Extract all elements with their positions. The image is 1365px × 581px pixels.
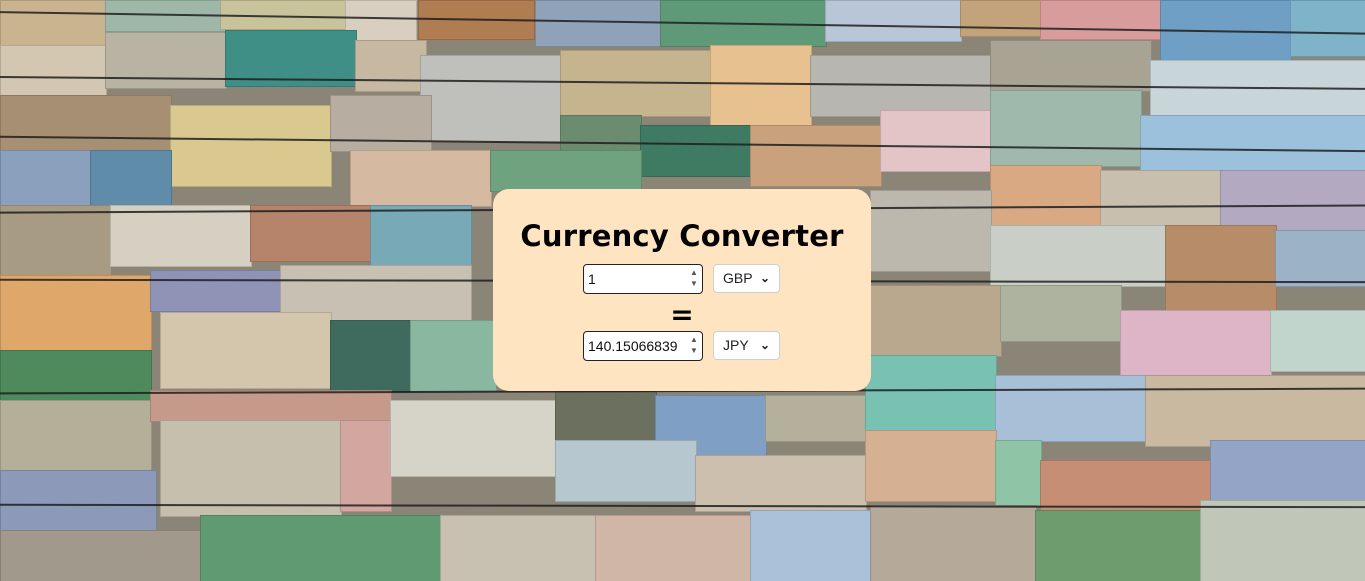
from-amount-value: 1 xyxy=(588,271,596,287)
banknote xyxy=(110,205,252,267)
banknote xyxy=(595,515,752,581)
banknote xyxy=(1220,170,1365,232)
banknote xyxy=(1275,230,1365,287)
to-currency-value: JPY xyxy=(723,337,749,353)
banknote xyxy=(990,165,1102,227)
banknote xyxy=(0,400,152,472)
banknote xyxy=(1145,375,1365,447)
banknote xyxy=(880,110,992,172)
converter-card: Currency Converter 1 ▲ ▼ GBP ⌄ = 140.1506… xyxy=(493,189,871,391)
banknote xyxy=(1290,0,1365,57)
banknote xyxy=(995,440,1042,507)
banknote xyxy=(390,400,557,477)
banknote xyxy=(1165,225,1277,312)
banknote xyxy=(410,320,497,392)
banknote xyxy=(750,125,882,187)
banknote xyxy=(440,515,597,581)
equals-sign: = xyxy=(670,298,694,331)
number-spinner-icon[interactable]: ▲ ▼ xyxy=(688,334,700,358)
banknote xyxy=(1040,460,1212,512)
banknote xyxy=(1140,115,1365,172)
banknote xyxy=(1040,0,1162,40)
banknote xyxy=(350,150,492,207)
banknote xyxy=(1210,440,1365,502)
banknote xyxy=(1035,510,1202,581)
from-amount-input[interactable]: 1 ▲ ▼ xyxy=(583,264,703,294)
banknote xyxy=(1120,310,1272,377)
banknote xyxy=(1200,500,1365,581)
banknote xyxy=(355,40,427,92)
to-amount-input[interactable]: 140.15066839 ▲ ▼ xyxy=(583,331,703,361)
from-currency-select[interactable]: GBP ⌄ xyxy=(713,264,780,293)
to-currency-select[interactable]: JPY ⌄ xyxy=(713,331,780,360)
banknote xyxy=(0,275,152,352)
banknote xyxy=(0,470,157,532)
banknote xyxy=(1100,170,1222,227)
banknote xyxy=(555,390,657,442)
banknote xyxy=(870,285,1002,357)
banknote xyxy=(200,515,442,581)
banknote xyxy=(370,205,472,267)
banknote xyxy=(0,45,107,97)
banknote xyxy=(0,0,112,47)
banknote xyxy=(640,125,752,177)
banknote xyxy=(535,0,662,47)
banknote xyxy=(825,0,962,42)
banknote xyxy=(555,440,697,502)
page-title: Currency Converter xyxy=(520,219,844,253)
banknote xyxy=(0,530,202,581)
banknote xyxy=(765,395,867,442)
banknote xyxy=(865,355,997,432)
banknote xyxy=(960,0,1047,37)
banknote xyxy=(695,455,867,512)
banknote xyxy=(990,90,1142,167)
banknote xyxy=(870,190,992,272)
banknote xyxy=(1270,310,1365,372)
banknote xyxy=(990,225,1167,287)
banknote xyxy=(105,32,227,89)
banknote xyxy=(150,270,282,312)
to-amount-value: 140.15066839 xyxy=(588,338,678,354)
number-spinner-icon[interactable]: ▲ ▼ xyxy=(688,267,700,291)
banknote xyxy=(250,205,372,262)
banknote xyxy=(90,150,172,207)
banknote xyxy=(0,150,92,207)
banknote xyxy=(160,420,342,517)
banknote xyxy=(750,510,872,581)
banknote xyxy=(420,55,562,142)
banknote xyxy=(870,505,1037,581)
banknote xyxy=(340,420,392,512)
banknote xyxy=(0,95,172,152)
banknote xyxy=(1000,285,1122,342)
banknote xyxy=(160,312,332,389)
banknote xyxy=(170,105,332,187)
banknote xyxy=(150,390,392,422)
chevron-down-icon: ⌄ xyxy=(759,271,770,285)
banknote xyxy=(490,150,642,192)
banknote xyxy=(330,95,432,152)
from-currency-value: GBP xyxy=(723,270,753,286)
banknote xyxy=(330,320,412,392)
banknote xyxy=(995,375,1147,442)
chevron-down-icon: ⌄ xyxy=(759,338,770,352)
banknote xyxy=(0,205,112,277)
banknote xyxy=(865,430,997,502)
banknote xyxy=(710,45,812,127)
